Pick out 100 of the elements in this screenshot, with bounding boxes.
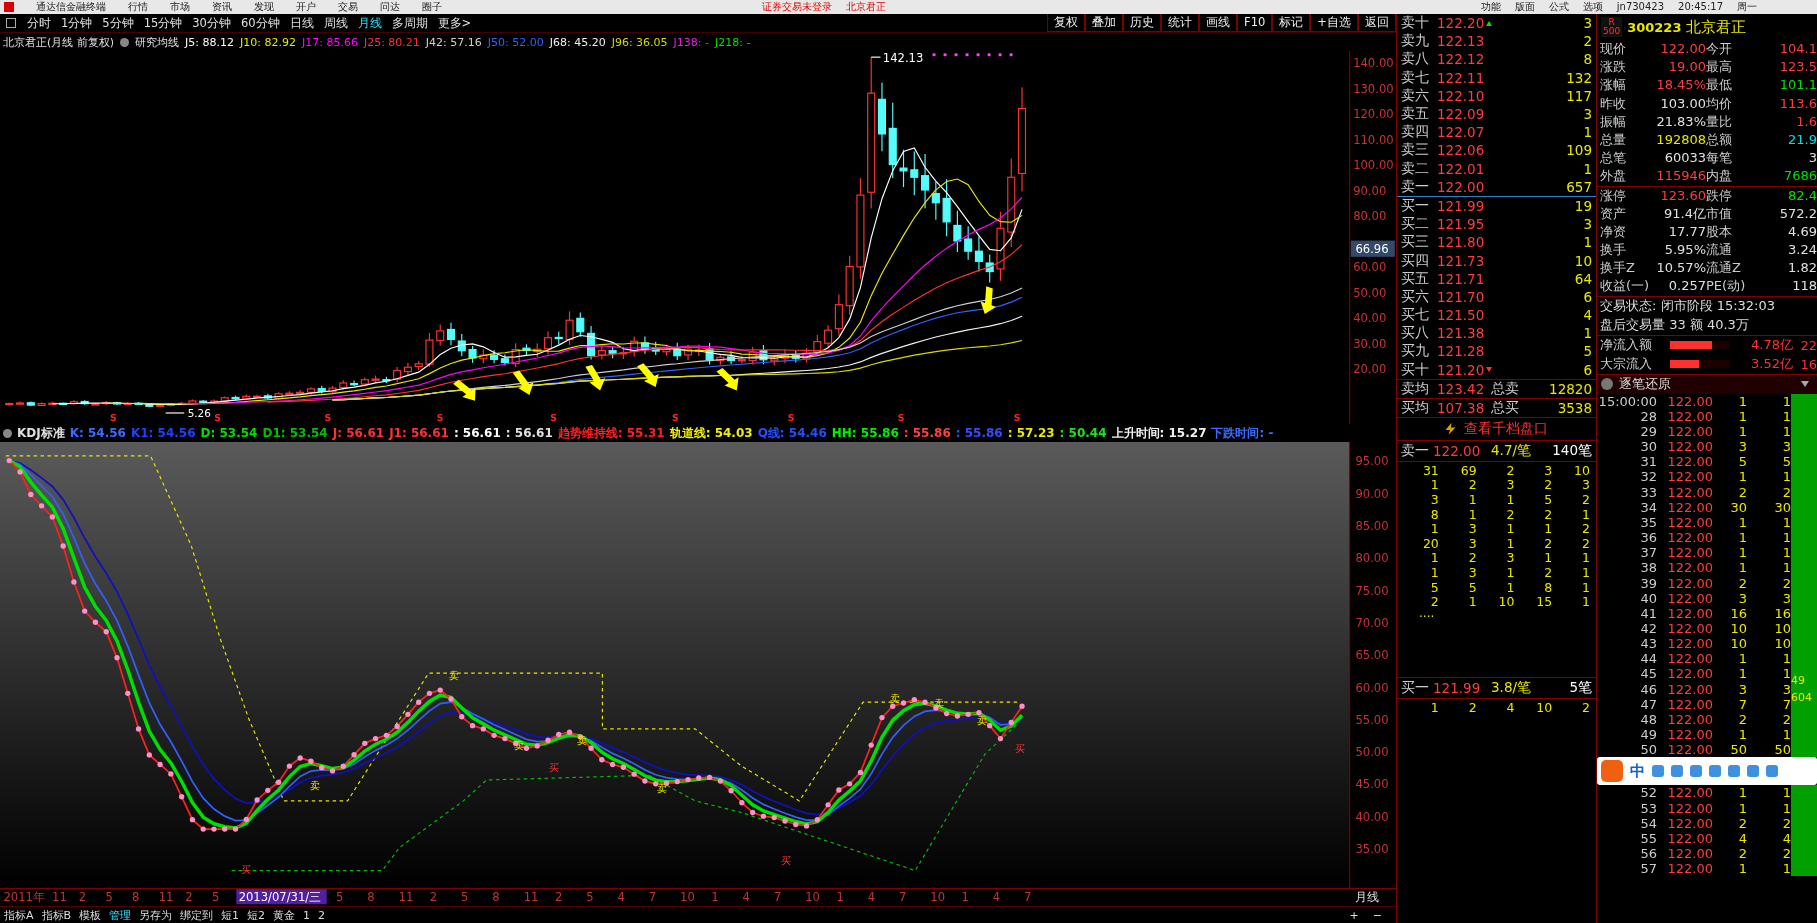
menu-item[interactable]: 公式 (1548, 1, 1569, 13)
toolbar-button[interactable]: 返回 (1358, 14, 1396, 32)
input-mode-toggle[interactable]: 中 (1630, 761, 1645, 781)
menu-item[interactable]: 交易 (338, 1, 358, 13)
period-tab[interactable]: 周线 (318, 15, 353, 31)
tick-time: 54 (1639, 815, 1657, 831)
toolbar-button[interactable]: +自选 (1310, 14, 1358, 32)
menu-item[interactable]: 版面 (1514, 1, 1535, 13)
indicator-dropdown-icon[interactable] (3, 428, 12, 438)
menu-item[interactable]: 开户 (296, 1, 316, 13)
input-method-logo-icon[interactable] (1601, 760, 1623, 783)
period-tab[interactable]: 30分钟 (187, 15, 236, 31)
toolbar-button[interactable]: 画线 (1199, 14, 1238, 32)
indicator-tab[interactable]: 短1 (217, 907, 244, 923)
menu-item[interactable]: 行情 (128, 1, 148, 13)
period-tab[interactable]: 更多> (432, 15, 477, 31)
tick-count: 3 (1781, 439, 1791, 455)
candlestick (791, 350, 800, 364)
queue-order-volume: 1 (1429, 478, 1439, 493)
indicator-tab[interactable]: 黄金 (269, 907, 300, 923)
indicator-tab[interactable]: 绑定到 (176, 907, 218, 923)
indicator-tab[interactable]: 另存为 (135, 907, 177, 923)
toolbar-button[interactable]: 叠加 (1085, 14, 1124, 32)
panel-icon[interactable] (6, 18, 16, 28)
axis-label: 95.00 (1355, 454, 1389, 469)
tick-price: 122.00 (1666, 815, 1713, 831)
candlestick (931, 181, 940, 221)
toolbar-button[interactable]: 标记 (1272, 14, 1311, 32)
indicator-dropdown-icon[interactable] (120, 37, 130, 47)
menu-item[interactable]: 发现 (254, 1, 274, 13)
tick-time: 52 (1639, 785, 1657, 801)
indicator-tab[interactable]: 指标A (0, 907, 38, 923)
tick-price: 122.00 (1666, 575, 1713, 591)
tick-count: 1 (1781, 861, 1791, 877)
indicator-tab[interactable]: 短2 (243, 907, 270, 923)
candlestick (425, 332, 434, 368)
quote-label: 外盘 (1600, 167, 1627, 186)
toolbar-button[interactable]: 复权 (1047, 14, 1086, 32)
quote-label: 总量 (1600, 130, 1627, 149)
arrow-icon (637, 363, 659, 387)
signal-mark: S (671, 411, 679, 423)
period-tab[interactable]: 1分钟 (56, 15, 98, 31)
date-label: 8 (367, 890, 375, 905)
collapse-icon[interactable] (1601, 378, 1613, 391)
period-tab[interactable]: 15分钟 (138, 15, 188, 31)
indicator-value: : 55.86 (955, 426, 1003, 440)
zoom-button[interactable]: + (1349, 908, 1359, 922)
indicator-title[interactable]: KDJ标准 (17, 424, 65, 442)
indicator-tab[interactable]: 指标B (37, 907, 76, 923)
tick-count: 3 (1781, 590, 1791, 606)
indicator-tab[interactable]: 1 (299, 908, 315, 922)
indicator-tab[interactable]: 2 (314, 908, 330, 922)
order-price: 122.13 (1437, 33, 1485, 50)
quote-value: 0.257 (1667, 277, 1706, 296)
date-label: 5 (105, 890, 113, 905)
summary-total: 3538 (1556, 399, 1592, 416)
zoom-button[interactable]: − (1372, 908, 1382, 922)
date-label: 11 (158, 890, 174, 905)
queue-order-volume: 15 (1535, 595, 1553, 610)
quote-value: 18.45% (1655, 76, 1706, 95)
menu-item[interactable]: 资讯 (212, 1, 232, 13)
filter-caret-icon[interactable] (1801, 381, 1809, 388)
period-tab[interactable]: 多周期 (386, 15, 433, 31)
queue-per-order: 4.7/笔 (1491, 441, 1533, 460)
axis-label: 45.00 (1355, 777, 1389, 792)
menu-item[interactable]: 选项 (1582, 1, 1603, 13)
order-volume: 6 (1582, 361, 1592, 378)
toolbar-button[interactable]: 统计 (1161, 14, 1200, 32)
candlestick (716, 353, 725, 366)
period-tab[interactable]: 月线 (352, 15, 387, 31)
menu-item[interactable]: 功能 (1480, 1, 1501, 13)
date-label: 2 (78, 890, 87, 905)
date-label: 5 (212, 890, 220, 905)
period-tab[interactable]: 60分钟 (235, 15, 285, 31)
period-tab[interactable]: 日线 (284, 15, 319, 31)
period-tab[interactable]: 5分钟 (97, 15, 139, 31)
menu-item[interactable]: 市场 (170, 1, 190, 13)
order-level-label: 买十 (1401, 360, 1430, 379)
tick-time: 41 (1639, 605, 1657, 621)
toolbar-button[interactable]: F10 (1237, 14, 1273, 32)
toolbar-button[interactable]: 历史 (1123, 14, 1162, 32)
axis-label: 110.00 (1353, 132, 1394, 147)
depth-link[interactable]: 查看千档盘口 (1463, 419, 1548, 438)
order-level-label: 买一 (1401, 196, 1430, 215)
indicator-tab[interactable]: 模板 (75, 907, 106, 923)
average-value: J96: 36.05 (611, 35, 668, 49)
candlestick (576, 312, 585, 338)
queue-order-volume: 3 (1581, 478, 1590, 493)
queue-order-volume: 1 (1581, 595, 1590, 610)
tick-volume: 1 (1737, 800, 1747, 816)
indicator-tab[interactable]: 管理 (105, 907, 136, 923)
menu-item[interactable]: 问达 (380, 1, 400, 13)
menu-item[interactable]: 圈子 (422, 1, 442, 13)
order-level-label: 卖十 (1401, 14, 1430, 33)
candlestick (770, 354, 779, 367)
weekday-text: 周一 (1737, 1, 1757, 13)
indicator-name[interactable]: 研究均线 (135, 34, 180, 50)
queue-order-volume: 2 (1505, 507, 1515, 523)
signal-label: 买 (780, 853, 791, 866)
period-tab[interactable]: 分时 (22, 15, 56, 31)
